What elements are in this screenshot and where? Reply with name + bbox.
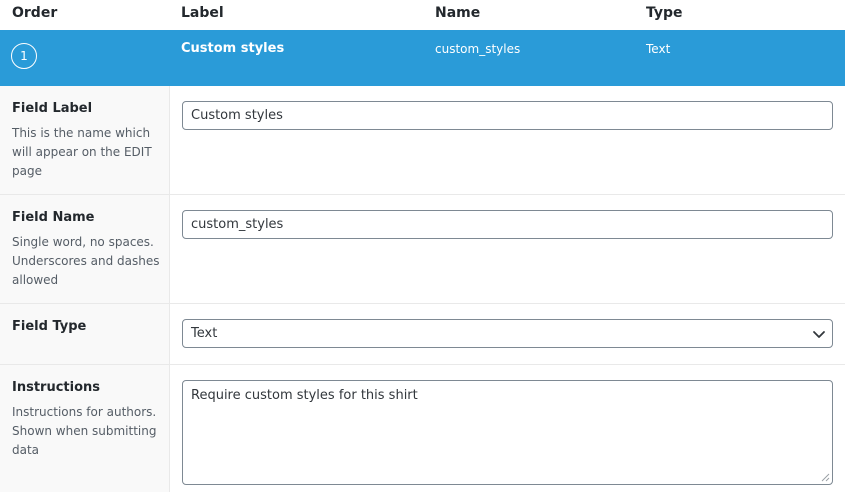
instructions-description: Instructions for authors. Shown when sub… xyxy=(12,405,157,457)
header-name: Name xyxy=(435,5,481,21)
table-header: Order Label Name Type xyxy=(0,0,845,30)
field-editor: Order Label Name Type 1 Custom styles cu… xyxy=(0,0,845,492)
resize-handle-icon[interactable] xyxy=(821,473,830,482)
field-row-type: Text xyxy=(646,42,671,56)
setting-label-cell: Instructions Instructions for authors. S… xyxy=(0,365,170,492)
setting-instructions: Instructions Instructions for authors. S… xyxy=(0,365,845,492)
field-row-name: custom_styles xyxy=(435,42,521,56)
header-type: Type xyxy=(646,5,683,21)
order-handle[interactable]: 1 xyxy=(11,43,37,69)
field-label-input[interactable]: Custom styles xyxy=(182,101,833,130)
setting-field-name: Field Name Single word, no spaces. Under… xyxy=(0,195,845,304)
field-type-title: Field Type xyxy=(12,319,87,334)
setting-label-cell: Field Name Single word, no spaces. Under… xyxy=(0,195,170,303)
instructions-textarea[interactable]: Require custom styles for this shirt xyxy=(182,380,833,485)
field-type-select[interactable]: Text xyxy=(182,319,833,348)
field-row-label[interactable]: Custom styles xyxy=(181,41,284,56)
field-name-description: Single word, no spaces. Underscores and … xyxy=(12,235,160,287)
field-name-title: Field Name xyxy=(12,210,95,225)
field-row-custom-styles[interactable]: 1 Custom styles custom_styles Text xyxy=(0,30,845,86)
header-order: Order xyxy=(12,5,58,21)
setting-field-type: Field Type Text xyxy=(0,304,845,365)
field-name-input[interactable]: custom_styles xyxy=(182,210,833,239)
header-label: Label xyxy=(181,5,224,21)
field-label-description: This is the name which will appear on th… xyxy=(12,126,152,178)
field-label-title: Field Label xyxy=(12,101,93,116)
instructions-value: Require custom styles for this shirt xyxy=(191,388,418,403)
setting-label-cell: Field Type xyxy=(0,304,170,364)
setting-field-label: Field Label This is the name which will … xyxy=(0,86,845,195)
field-type-selected-value: Text xyxy=(191,326,218,341)
instructions-title: Instructions xyxy=(12,380,101,395)
chevron-down-icon[interactable] xyxy=(812,327,826,341)
setting-label-cell: Field Label This is the name which will … xyxy=(0,86,170,194)
